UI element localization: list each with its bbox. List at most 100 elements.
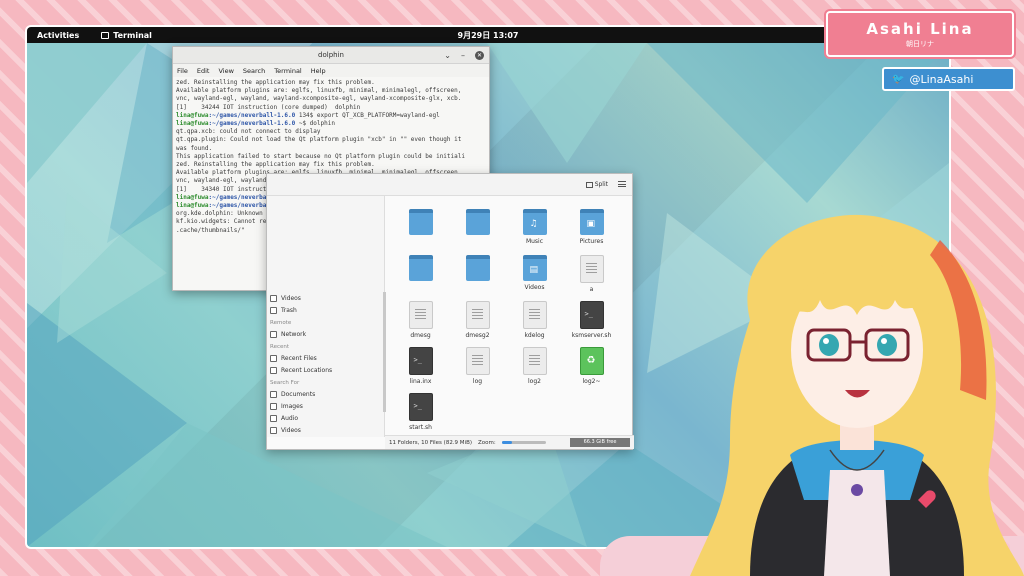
prompt-user: lina@fuwa — [176, 202, 209, 210]
split-icon — [585, 181, 593, 188]
places-item-label: Documents — [281, 390, 316, 398]
places-item[interactable]: Network — [267, 328, 384, 340]
activities-button[interactable]: Activities — [37, 31, 79, 40]
text-file-icon — [408, 301, 433, 329]
script-file-icon — [579, 301, 604, 329]
places-item[interactable]: Recent Locations — [267, 364, 384, 376]
file-item[interactable]: lina.inx — [392, 347, 449, 393]
file-name: dmesg — [410, 332, 431, 339]
prompt-user: lina@fuwa — [176, 120, 209, 128]
place-icon — [270, 294, 277, 302]
gnome-top-bar: Activities Terminal 9月29日 13:07 — [27, 27, 949, 43]
hamburger-menu-icon[interactable] — [618, 181, 626, 187]
menu-view[interactable]: View — [218, 67, 233, 75]
text-file-icon — [522, 301, 547, 329]
terminal-icon — [101, 31, 110, 39]
folder-item[interactable]: ♫ Music — [506, 209, 563, 255]
prompt-command: ~$ dolphin — [295, 120, 335, 128]
file-name: log2~ — [582, 378, 601, 385]
dolphin-statusbar: 11 Folders, 10 Files (82.9 MiB) Zoom: 66… — [385, 435, 634, 449]
places-item-label: Videos — [281, 294, 301, 302]
folder-glyph-icon: ▤ — [529, 265, 539, 275]
file-item[interactable]: start.sh — [392, 393, 449, 439]
places-group-header: Remote — [270, 320, 292, 326]
file-item[interactable]: log2~ — [563, 347, 620, 393]
places-item-label: Audio — [281, 414, 299, 422]
place-icon — [270, 426, 277, 434]
text-file-icon — [465, 301, 490, 329]
terminal-line: [1] 34244 IOT instruction (core dumped) … — [176, 103, 361, 111]
places-item-label: Network — [281, 330, 307, 338]
places-item[interactable]: Trash — [267, 304, 384, 316]
terminal-line: zed. Reinstalling the application may fi… — [176, 79, 375, 86]
folder-glyph-icon: ♫ — [529, 219, 538, 229]
file-name: log2 — [528, 378, 541, 385]
file-item[interactable]: dmesg2 — [449, 301, 506, 347]
terminal-line: Available platform plugins are: eglfs, l… — [176, 87, 462, 95]
terminal-line: zed. Reinstalling the application may fi… — [176, 161, 375, 169]
file-item[interactable]: dmesg — [392, 301, 449, 347]
places-group-header: Search For — [270, 380, 300, 386]
file-item[interactable]: a — [563, 255, 620, 301]
split-button[interactable]: Split — [585, 181, 608, 188]
menu-edit[interactable]: Edit — [197, 67, 210, 75]
zoom-label: Zoom: — [478, 439, 496, 446]
folder-item[interactable] — [392, 209, 449, 255]
places-item[interactable]: Videos — [267, 292, 384, 304]
clock[interactable]: 9月29日 13:07 — [27, 30, 949, 41]
folder-item[interactable] — [449, 209, 506, 255]
menu-help[interactable]: Help — [311, 67, 326, 75]
places-item[interactable]: Videos — [267, 424, 384, 436]
menu-terminal[interactable]: Terminal — [274, 67, 301, 75]
file-name: Music — [525, 238, 544, 245]
folder-item[interactable]: ▤ Videos — [506, 255, 563, 301]
folder-item[interactable]: ▣ Pictures — [563, 209, 620, 255]
chevron-down-icon[interactable]: ⌄ — [444, 51, 451, 60]
file-item[interactable]: log2 — [506, 347, 563, 393]
zoom-slider[interactable] — [501, 441, 546, 444]
menu-search[interactable]: Search — [243, 67, 265, 75]
vtuber-avatar — [690, 214, 1024, 576]
file-view: ♫ Music ▣ Pictures ▤ Videos a dmesg dmesg2 kdelog… — [392, 209, 627, 431]
app-menu[interactable]: Terminal — [101, 31, 152, 40]
text-file-icon — [579, 255, 604, 283]
menu-file[interactable]: File — [177, 67, 188, 75]
prompt-user: lina@fuwa — [176, 111, 209, 119]
folder-item[interactable] — [392, 255, 449, 301]
places-item[interactable]: Audio — [267, 412, 384, 424]
file-name: Videos — [524, 284, 545, 291]
places-scrollbar[interactable] — [383, 292, 386, 412]
terminal-line: qt.qpa.xcb: could not connect to display — [176, 128, 321, 136]
terminal-line: lina@fuwa:~/games/neverball-1.6.0 ~$ dol… — [176, 120, 479, 128]
folder-icon: ♫ — [522, 209, 547, 235]
terminal-titlebar[interactable]: dolphin ⌄ – ✕ — [173, 47, 489, 64]
minimize-icon[interactable]: – — [461, 51, 465, 60]
streamer-name-jp: 朝日リナ — [906, 40, 934, 48]
streamer-name: Asahi Lina — [866, 20, 974, 38]
prompt-dir: :~/games/neverball-1.6.0 — [208, 120, 296, 128]
twitter-handle-badge: 🐦 @LinaAsahi — [882, 67, 1015, 91]
folder-icon — [408, 255, 433, 281]
places-panel: Videos Trash Remote Network Recent Recent Fil… — [267, 196, 385, 437]
close-icon[interactable]: ✕ — [475, 51, 484, 60]
free-space-indicator[interactable]: 66.3 GiB free — [570, 438, 630, 447]
places-item[interactable]: Recent Files — [267, 352, 384, 364]
folder-item[interactable] — [449, 255, 506, 301]
file-name: log — [472, 378, 483, 385]
text-file-icon — [522, 347, 547, 375]
place-icon — [270, 354, 277, 362]
prompt-user: lina@fuwa — [176, 193, 209, 201]
terminal-line: This application failed to start because… — [176, 152, 465, 160]
file-name: ksmserver.sh — [571, 332, 612, 339]
place-icon — [270, 402, 277, 410]
split-label: Split — [594, 181, 608, 188]
terminal-line: vnc, wayland-egl, wayland, wayland-xcomp… — [176, 95, 462, 103]
file-item[interactable]: log — [449, 347, 506, 393]
places-item[interactable]: Images — [267, 400, 384, 412]
file-item[interactable]: ksmserver.sh — [563, 301, 620, 347]
terminal-title: dolphin — [318, 51, 344, 59]
file-item[interactable]: kdelog — [506, 301, 563, 347]
places-item[interactable]: Documents — [267, 388, 384, 400]
places-item-label: Trash — [281, 306, 297, 314]
dolphin-window[interactable]: Split Videos Trash Remote Network Recent Rece… — [266, 173, 634, 450]
